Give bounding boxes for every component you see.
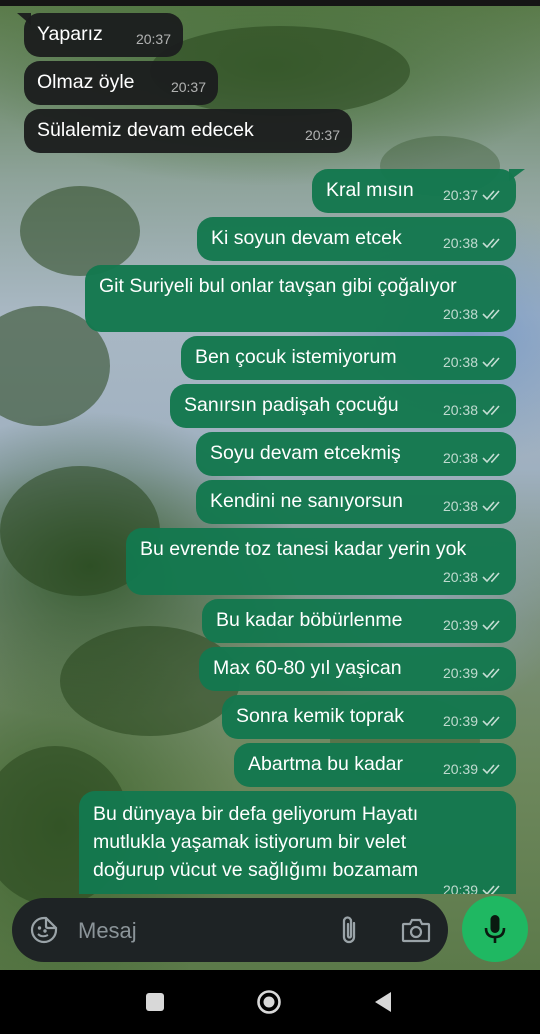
message-time: 20:38 xyxy=(442,402,478,418)
message-time: 20:38 xyxy=(442,354,478,370)
message-time: 20:39 xyxy=(442,617,478,633)
message-text-line: doğurup vücut ve sağlığımı bozamam xyxy=(93,859,419,881)
message-input[interactable] xyxy=(76,912,320,950)
double-check-icon xyxy=(482,885,500,894)
double-check-icon xyxy=(482,190,500,201)
recents-square-icon[interactable] xyxy=(146,993,164,1011)
message-time: 20:38 xyxy=(442,450,478,466)
double-check-icon xyxy=(482,572,500,583)
message-time: 20:37 xyxy=(304,127,340,143)
double-check-icon xyxy=(482,309,500,320)
message-text-line: Bu dünyaya bir defa geliyorum Hayatı xyxy=(93,803,419,825)
message-time: 20:37 xyxy=(442,187,478,203)
double-check-icon xyxy=(482,501,500,512)
double-check-icon xyxy=(482,357,500,368)
double-check-icon xyxy=(482,716,500,727)
message-text: Git Suriyeli bul onlar tavşan gibi çoğal… xyxy=(99,275,457,297)
message-time: 20:37 xyxy=(170,79,206,95)
incoming-message[interactable]: Yaparız 20:37 xyxy=(17,13,183,57)
incoming-message[interactable]: Sülalemiz devam edecek 20:37 xyxy=(24,109,352,153)
message-time: 20:38 xyxy=(442,569,478,585)
double-check-icon xyxy=(482,620,500,631)
outgoing-message[interactable]: Ki soyun devam etcek 20:38 xyxy=(197,217,516,261)
outgoing-message[interactable]: Ben çocuk istemiyorum 20:38 xyxy=(181,336,516,380)
message-text: Bu evrende toz tanesi kadar yerin yok xyxy=(140,538,467,560)
outgoing-message[interactable]: Bu kadar böbürlenme 20:39 xyxy=(202,599,516,643)
sticker-emoji-icon[interactable] xyxy=(30,916,58,944)
message-time: 20:39 xyxy=(442,882,478,894)
outgoing-message[interactable]: Abartma bu kadar 20:39 xyxy=(234,743,516,787)
message-time: 20:39 xyxy=(442,665,478,681)
message-composer xyxy=(12,898,448,962)
message-time: 20:38 xyxy=(442,498,478,514)
message-text-line: mutlukla yaşamak istiyorum bir velet xyxy=(93,831,407,853)
home-circle-icon[interactable] xyxy=(256,989,282,1015)
outgoing-message[interactable]: Kendini ne sanıyorsun 20:38 xyxy=(196,480,516,524)
message-time: 20:38 xyxy=(442,306,478,322)
message-time: 20:38 xyxy=(442,235,478,251)
outgoing-message[interactable]: Bu dünyaya bir defa geliyorum Hayatı mut… xyxy=(79,791,516,894)
outgoing-message[interactable]: Git Suriyeli bul onlar tavşan gibi çoğal… xyxy=(85,265,516,332)
outgoing-message[interactable]: Sonra kemik toprak 20:39 xyxy=(222,695,516,739)
incoming-message[interactable]: Olmaz öyle 20:37 xyxy=(24,61,218,105)
voice-message-button[interactable] xyxy=(462,896,528,962)
double-check-icon xyxy=(482,764,500,775)
back-triangle-icon[interactable] xyxy=(373,990,393,1014)
message-time: 20:39 xyxy=(442,713,478,729)
outgoing-message[interactable]: Bu evrende toz tanesi kadar yerin yok 20… xyxy=(126,528,516,595)
camera-icon[interactable] xyxy=(401,917,431,943)
outgoing-message[interactable]: Soyu devam etcekmiş 20:38 xyxy=(196,432,516,476)
outgoing-message[interactable]: Sanırsın padişah çocuğu 20:38 xyxy=(170,384,516,428)
message-text: Sülalemiz devam edecek xyxy=(37,119,254,141)
outgoing-message[interactable]: Kral mısın 20:37 xyxy=(312,169,525,213)
microphone-icon xyxy=(484,915,506,943)
double-check-icon xyxy=(482,453,500,464)
outgoing-message[interactable]: Max 60-80 yıl yaşican 20:39 xyxy=(199,647,516,691)
double-check-icon xyxy=(482,668,500,679)
message-time: 20:37 xyxy=(135,31,171,47)
double-check-icon xyxy=(482,238,500,249)
paperclip-icon[interactable] xyxy=(338,915,362,945)
double-check-icon xyxy=(482,405,500,416)
message-time: 20:39 xyxy=(442,761,478,777)
